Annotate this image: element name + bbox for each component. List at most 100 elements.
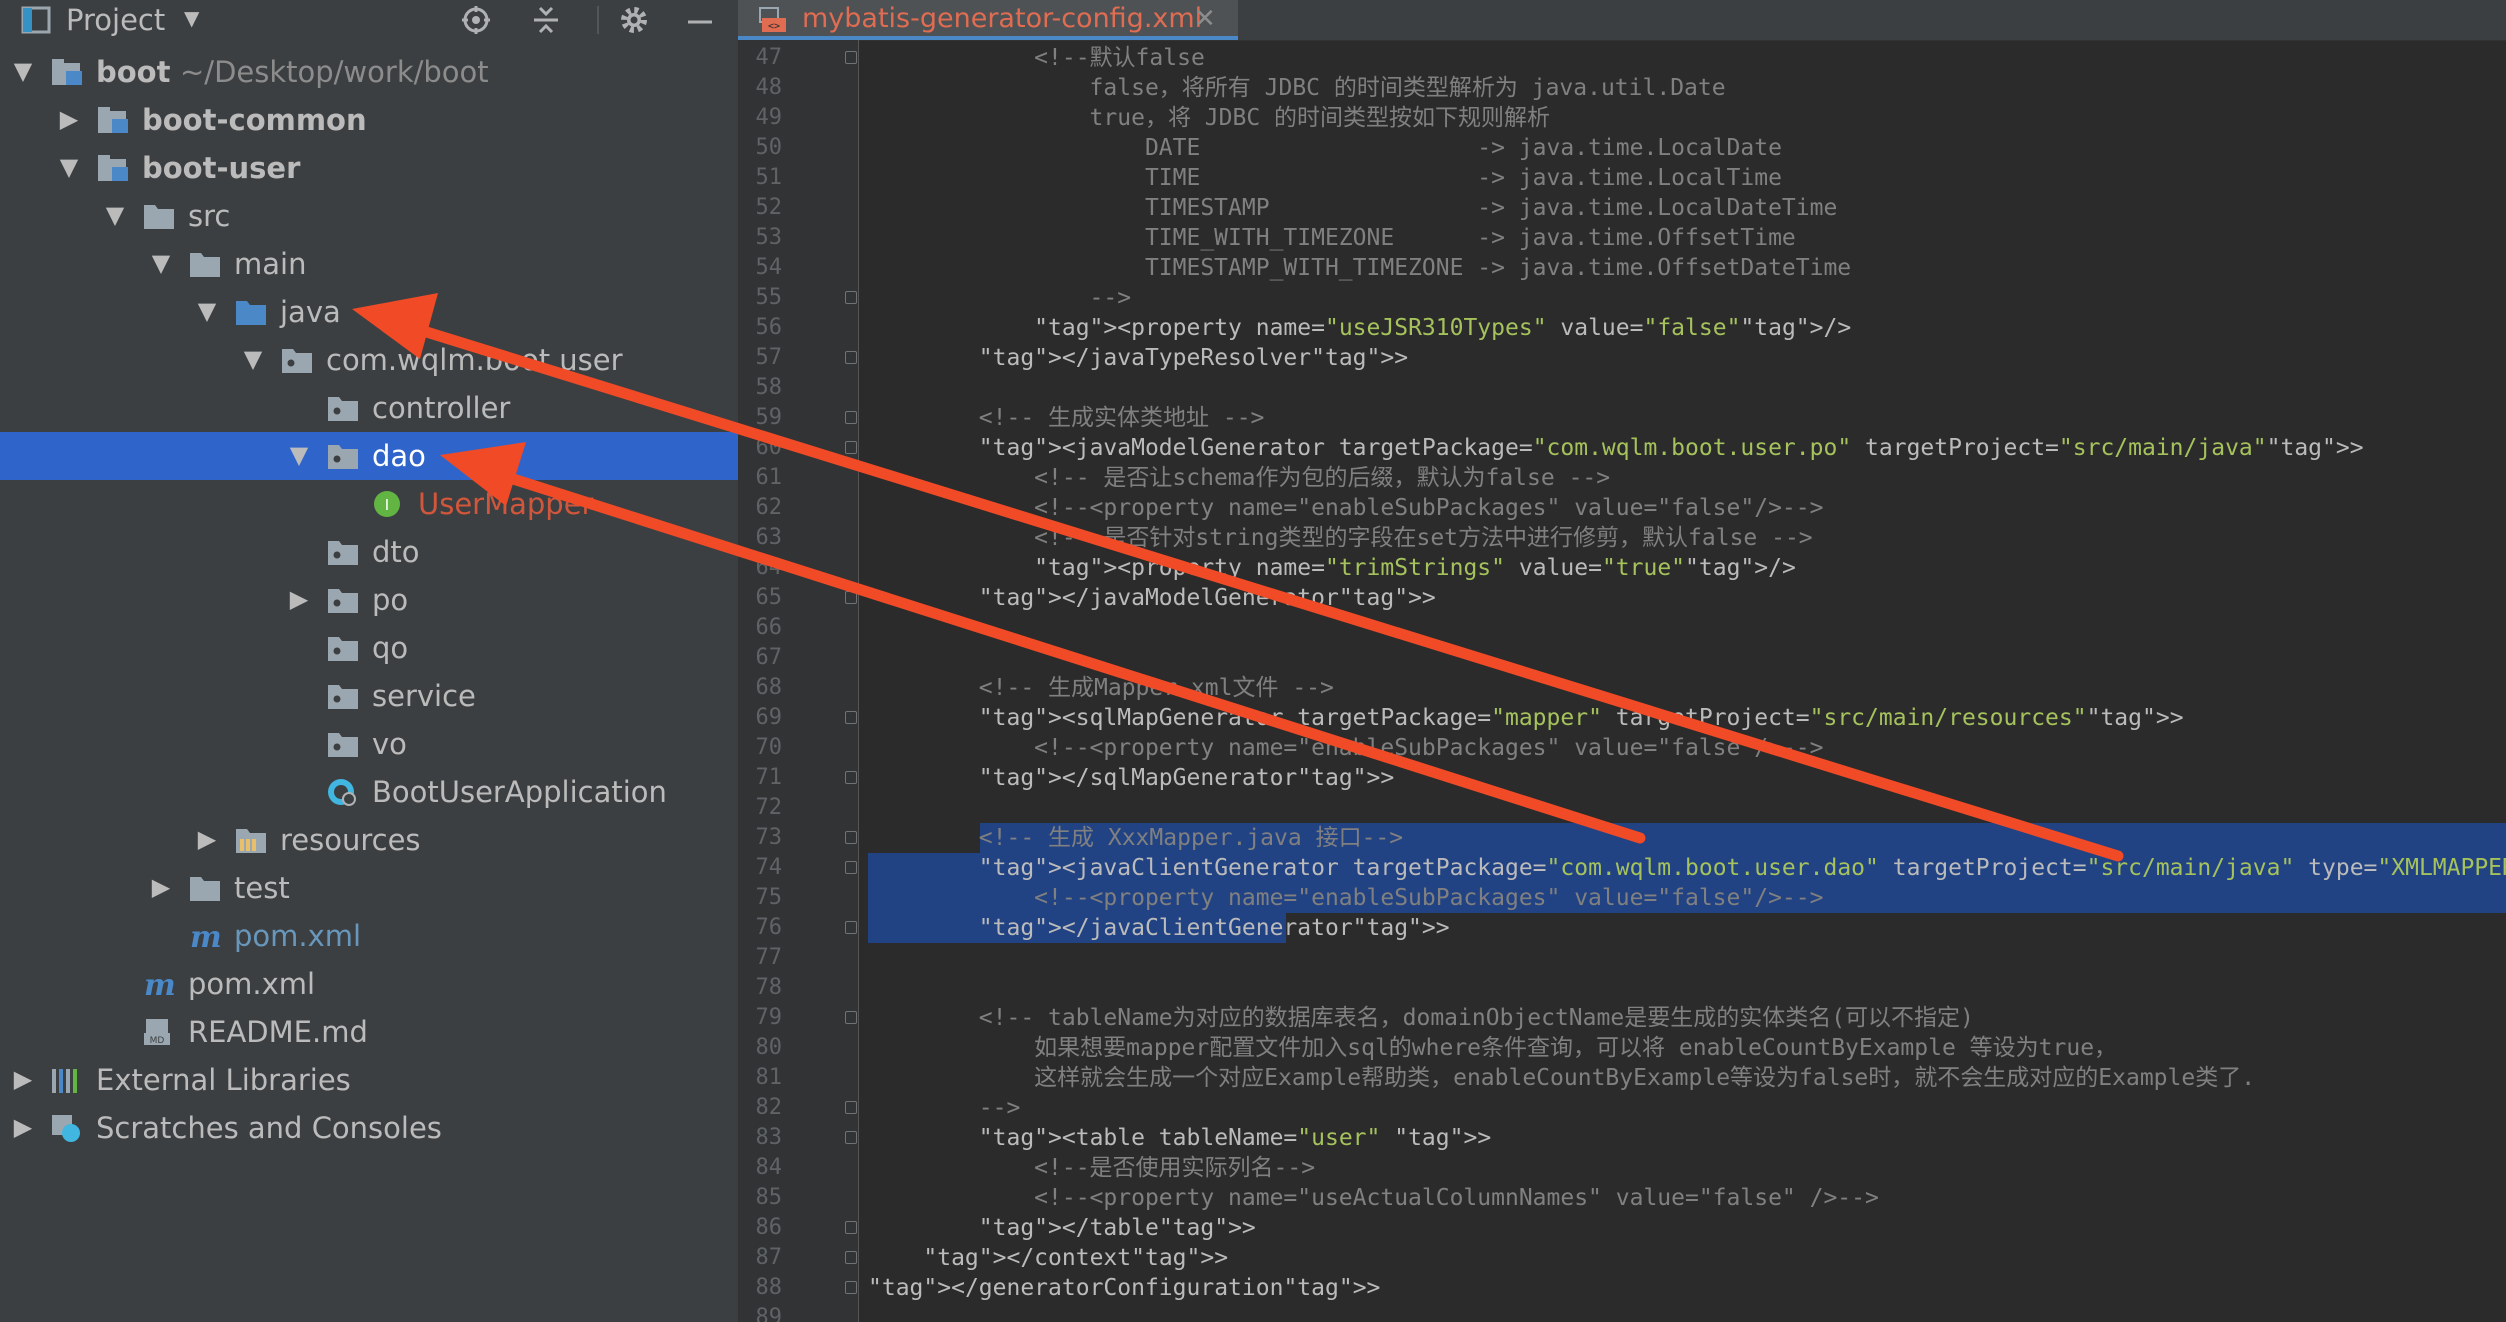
tree-file-bootuserapplication[interactable]: BootUserApplication <box>0 768 738 816</box>
line-number: 55 <box>755 285 783 310</box>
libs-icon <box>50 1065 84 1095</box>
gear-icon[interactable] <box>618 4 650 36</box>
code-line: true，将 JDBC 的时间类型按如下规则解析 <box>868 105 1551 131</box>
expand-down-icon[interactable]: ▼ <box>284 440 314 470</box>
fold-marker-icon[interactable] <box>845 351 857 364</box>
fold-marker-icon[interactable] <box>845 1281 857 1294</box>
svg-text:m: m <box>190 921 222 951</box>
fold-marker-icon[interactable] <box>845 771 857 784</box>
project-panel-title[interactable]: Project <box>66 2 165 38</box>
locate-icon[interactable] <box>460 4 492 36</box>
project-panel-header: Project ▼ <box>0 0 738 40</box>
fold-marker-icon[interactable] <box>845 591 857 604</box>
fold-marker-icon[interactable] <box>845 51 857 64</box>
expand-right-icon[interactable]: ▶ <box>146 872 176 902</box>
code-line: TIME_WITH_TIMEZONE -> java.time.OffsetTi… <box>868 225 1796 251</box>
tree-item-label: test <box>234 871 290 905</box>
tree-package-dao[interactable]: ▼ dao <box>0 432 738 480</box>
tree-file-usermapper[interactable]: I UserMapper <box>0 480 738 528</box>
project-window-icon <box>21 6 51 34</box>
expand-right-icon[interactable]: ▶ <box>8 1064 38 1094</box>
tree-package-vo[interactable]: vo <box>0 720 738 768</box>
tree-root-boot[interactable]: ▼ boot ~/Desktop/work/boot <box>0 48 738 96</box>
tree-folder-java[interactable]: ▼ java <box>0 288 738 336</box>
tree-folder-main[interactable]: ▼ main <box>0 240 738 288</box>
tree-file-pom-user[interactable]: m pom.xml <box>0 912 738 960</box>
close-tab-icon[interactable]: ✕ <box>1194 1 1216 37</box>
code-line: <!-- 是否针对string类型的字段在set方法中进行修剪，默认false … <box>868 525 1813 551</box>
tree-scratches-consoles[interactable]: ▶ Scratches and Consoles <box>0 1104 738 1152</box>
line-number: 53 <box>755 225 783 250</box>
editor-tab-bar: <> mybatis-generator-config.xml ✕ <box>738 0 2506 41</box>
module-icon <box>96 153 130 183</box>
code-line: <!-- tableName为对应的数据库表名，domainObjectName… <box>868 1005 1974 1031</box>
module-icon <box>50 57 84 87</box>
fold-marker-icon[interactable] <box>845 1221 857 1234</box>
tree-item-label: UserMapper <box>418 487 594 521</box>
tree-package-qo[interactable]: qo <box>0 624 738 672</box>
line-number: 81 <box>755 1065 783 1090</box>
line-number: 83 <box>755 1125 783 1150</box>
tree-external-libraries[interactable]: ▶ External Libraries <box>0 1056 738 1104</box>
fold-marker-icon[interactable] <box>845 1131 857 1144</box>
expand-down-icon[interactable]: ▼ <box>100 200 130 230</box>
tree-item-label: boot <box>96 55 171 89</box>
expand-down-icon[interactable]: ▼ <box>146 248 176 278</box>
fold-marker-icon[interactable] <box>845 861 857 874</box>
line-number: 77 <box>755 945 783 970</box>
fold-marker-icon[interactable] <box>845 411 857 424</box>
expand-right-icon[interactable]: ▶ <box>54 104 84 134</box>
tree-module-boot-user[interactable]: ▼ boot-user <box>0 144 738 192</box>
tree-folder-src[interactable]: ▼ src <box>0 192 738 240</box>
code-editor[interactable]: <> mybatis-generator-config.xml ✕ 47 48 49… <box>738 0 2506 1322</box>
line-number: 80 <box>755 1035 783 1060</box>
line-number: 48 <box>755 75 783 100</box>
code-line: "tag"><table tableName="user" "tag">> <box>978 1125 1492 1151</box>
fold-marker-icon[interactable] <box>845 831 857 844</box>
folder-icon <box>188 873 222 903</box>
expand-right-icon[interactable]: ▶ <box>284 584 314 614</box>
expand-right-icon[interactable]: ▶ <box>8 1112 38 1142</box>
fold-marker-icon[interactable] <box>845 711 857 724</box>
line-number: 61 <box>755 465 783 490</box>
tree-file-pom-root[interactable]: m pom.xml <box>0 960 738 1008</box>
fold-marker-icon[interactable] <box>845 1251 857 1264</box>
expand-down-icon[interactable]: ▼ <box>8 56 38 86</box>
fold-marker-icon[interactable] <box>845 921 857 934</box>
tree-package-dto[interactable]: dto <box>0 528 738 576</box>
line-number: 58 <box>755 375 783 400</box>
tree-package-po[interactable]: ▶ po <box>0 576 738 624</box>
folder-icon <box>188 249 222 279</box>
line-number: 56 <box>755 315 783 340</box>
maven-icon: m <box>188 920 222 955</box>
tree-module-boot-common[interactable]: ▶ boot-common <box>0 96 738 144</box>
fold-marker-icon[interactable] <box>845 291 857 304</box>
editor-tab[interactable]: <> mybatis-generator-config.xml ✕ <box>738 0 1238 40</box>
svg-text:MD: MD <box>150 1036 165 1046</box>
line-number: 70 <box>755 735 783 760</box>
minimize-icon[interactable] <box>684 4 716 36</box>
tree-package-service[interactable]: service <box>0 672 738 720</box>
line-number: 68 <box>755 675 783 700</box>
fold-marker-icon[interactable] <box>845 1101 857 1114</box>
code-line: <!--<property name="enableSubPackages" v… <box>868 495 1824 521</box>
fold-marker-icon[interactable] <box>845 441 857 454</box>
tree-folder-test[interactable]: ▶ test <box>0 864 738 912</box>
expand-down-icon[interactable]: ▼ <box>192 296 222 326</box>
expand-down-icon[interactable]: ▼ <box>54 152 84 182</box>
tree-folder-resources[interactable]: ▶ resources <box>0 816 738 864</box>
code-line: <!--<property name="enableSubPackages" v… <box>868 885 1824 911</box>
package-icon <box>326 585 360 615</box>
collapse-all-icon[interactable] <box>530 4 562 36</box>
expand-right-icon[interactable]: ▶ <box>192 824 222 854</box>
line-number: 74 <box>755 855 783 880</box>
fold-marker-icon[interactable] <box>845 1011 857 1024</box>
code-line: "tag"></sqlMapGenerator"tag">> <box>978 765 1395 791</box>
tree-file-readme[interactable]: MD README.md <box>0 1008 738 1056</box>
chevron-down-icon[interactable]: ▼ <box>184 6 199 30</box>
tree-package-controller[interactable]: controller <box>0 384 738 432</box>
spring-icon <box>326 777 360 807</box>
code-line: <!-- 是否让schema作为包的后缀，默认为false --> <box>868 465 1611 491</box>
tree-package-user[interactable]: ▼ com.wqlm.boot.user <box>0 336 738 384</box>
expand-down-icon[interactable]: ▼ <box>238 344 268 374</box>
